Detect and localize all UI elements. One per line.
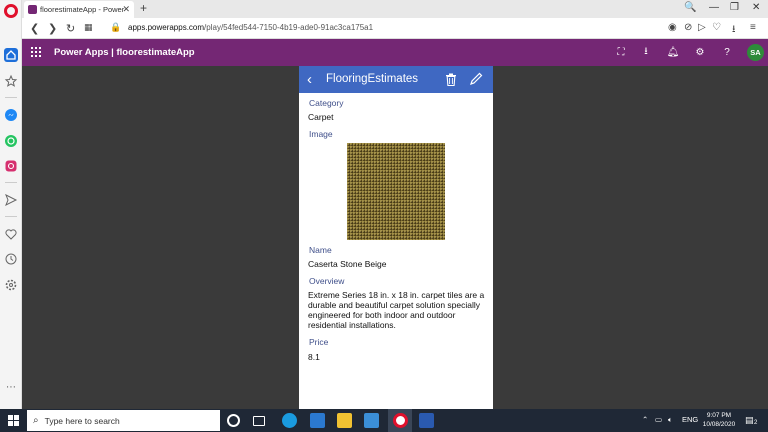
whatsapp-icon[interactable] [4, 134, 18, 148]
word-icon[interactable] [419, 413, 434, 428]
sidebar-divider [5, 182, 17, 183]
address-bar: ❮ ❯ ↻ ▦ 🔒 apps.powerapps.com/play/54fed5… [22, 18, 768, 39]
menu-icon[interactable]: ≡ [750, 22, 756, 33]
send-icon[interactable] [4, 193, 18, 207]
windows-start-icon[interactable] [8, 415, 19, 426]
back-arrow-icon[interactable]: ❮ [30, 22, 39, 35]
search-tabs-icon[interactable]: 🔍 [684, 2, 696, 13]
forward-arrow-icon[interactable]: ❯ [48, 22, 57, 35]
gear-icon[interactable]: ⚙ [694, 46, 706, 58]
carpet-image [347, 143, 445, 240]
sidebar-divider [5, 216, 17, 217]
instagram-icon[interactable] [4, 159, 18, 173]
name-value: Caserta Stone Beige [308, 259, 387, 269]
battery-icon[interactable]: ▭ [655, 415, 662, 424]
more-icon[interactable]: ⋯ [4, 380, 18, 394]
app-header: ‹ FlooringEstimates [299, 66, 493, 93]
flooring-app-screen: ‹ FlooringEstimates Category Carpet Imag… [299, 66, 493, 409]
app-launcher-icon[interactable] [31, 47, 41, 57]
heart-icon[interactable] [4, 227, 18, 241]
download-icon[interactable]: ⭳ [640, 46, 652, 58]
avatar[interactable]: SA [747, 44, 764, 61]
task-view-icon[interactable] [253, 416, 265, 426]
powerapps-title: Power Apps | floorestimateApp [54, 47, 195, 58]
overview-value: Extreme Series 18 in. x 18 in. carpet ti… [308, 290, 485, 330]
reload-icon[interactable]: ↻ [66, 22, 75, 35]
url-path: /play/54fed544-7150-4b19-ade0-91ac3ca175… [204, 23, 374, 32]
heart-bookmark-icon[interactable]: ♡ [712, 22, 721, 33]
pencil-icon[interactable] [469, 72, 483, 86]
sidebar-divider [5, 97, 17, 98]
tray-chevron-icon[interactable]: ⌃ [642, 415, 648, 424]
browser-tab[interactable]: floorestimateApp - Power ✕ [24, 1, 134, 18]
history-icon[interactable] [4, 252, 18, 266]
notification-icon[interactable]: ▤ [745, 415, 754, 426]
taskbar: ⌕ Type here to search ⌃ ▭ 🔈︎ ENG 9:07 PM… [0, 409, 768, 432]
flow-icon[interactable]: ▷ [698, 22, 706, 33]
opera-taskbar-icon[interactable] [393, 413, 408, 428]
price-value: 8.1 [308, 352, 320, 362]
tab-strip: floorestimateApp - Power ✕ + 🔍 — ❐ ✕ [22, 0, 768, 18]
clock-time: 9:07 PM [706, 412, 732, 419]
app-title: FlooringEstimates [326, 73, 419, 85]
category-label: Category [309, 98, 344, 108]
powerapps-favicon-icon [28, 5, 37, 14]
image-label: Image [309, 129, 333, 139]
language-indicator[interactable]: ENG [682, 415, 698, 424]
camera-icon[interactable]: ◉ [668, 22, 677, 33]
close-window-button[interactable]: ✕ [752, 2, 760, 13]
messenger-icon[interactable] [4, 108, 18, 122]
star-icon[interactable] [4, 74, 18, 88]
search-icon: ⌕ [33, 415, 39, 426]
powerapps-header: Power Apps | floorestimateApp ⛶ ⭳ 🔔︎ ⚙ ?… [22, 39, 768, 66]
app-stage: ‹ FlooringEstimates Category Carpet Imag… [22, 66, 768, 409]
home-icon[interactable] [4, 48, 18, 62]
tab-title: floorestimateApp - Power [40, 5, 125, 14]
new-tab-button[interactable]: + [140, 1, 147, 15]
fit-screen-icon[interactable]: ⛶ [615, 46, 627, 58]
download-icon[interactable]: ⭳ [732, 22, 736, 39]
trash-icon[interactable] [445, 73, 457, 86]
settings-icon[interactable] [4, 278, 18, 292]
price-label: Price [309, 337, 329, 347]
url-host: apps.powerapps.com [128, 23, 205, 32]
lock-icon: 🔒 [110, 22, 122, 32]
name-label: Name [309, 245, 332, 255]
category-value: Carpet [308, 112, 334, 122]
search-placeholder: Type here to search [44, 415, 120, 426]
store-icon[interactable] [364, 413, 379, 428]
volume-icon[interactable]: 🔈︎ [668, 415, 673, 425]
mail-icon[interactable] [310, 413, 325, 428]
opera-logo-icon[interactable] [4, 4, 18, 18]
url-field[interactable]: apps.powerapps.com/play/54fed544-7150-4b… [128, 23, 373, 32]
tab-close-icon[interactable]: ✕ [122, 4, 130, 15]
file-explorer-icon[interactable] [337, 413, 352, 428]
bell-icon[interactable]: 🔔︎ [667, 46, 680, 58]
maximize-button[interactable]: ❐ [730, 2, 739, 13]
block-ads-icon[interactable]: ⊘ [684, 22, 692, 33]
clock[interactable]: 9:07 PM 10/08/2020 [700, 411, 738, 429]
tabs-grid-icon[interactable]: ▦ [84, 22, 93, 33]
taskbar-search-input[interactable]: ⌕ Type here to search [27, 410, 220, 431]
browser-sidebar: ⋯ [0, 0, 22, 409]
clock-date: 10/08/2020 [702, 421, 736, 428]
notification-count: 2 [754, 420, 758, 426]
edge-icon[interactable] [282, 413, 297, 428]
back-icon[interactable]: ‹ [307, 71, 312, 88]
minimize-button[interactable]: — [709, 2, 719, 13]
cortana-icon[interactable] [227, 414, 240, 427]
help-icon[interactable]: ? [721, 46, 733, 58]
overview-label: Overview [309, 276, 345, 286]
